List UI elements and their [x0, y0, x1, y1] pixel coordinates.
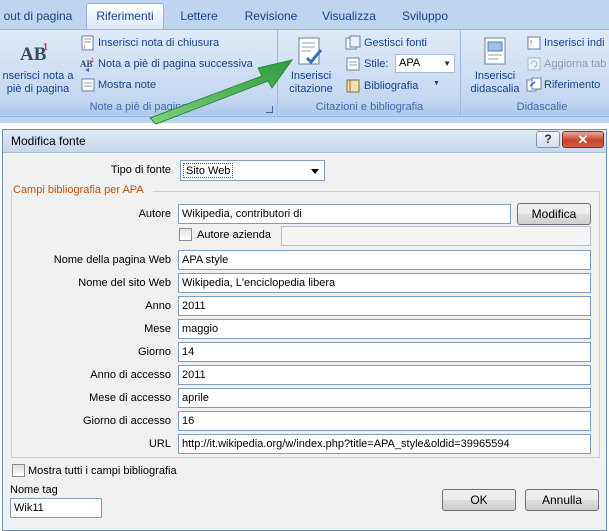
website-name-label: Nome del sito Web	[78, 277, 171, 289]
insert-endnote-label: Inserisci nota di chiusura	[98, 37, 220, 49]
citations-group-label: Citazioni e bibliografia	[279, 100, 460, 115]
insert-footnote-label-2: piè di pagina	[6, 83, 70, 95]
insert-footnote-label-1: nserisci nota a	[2, 70, 74, 82]
svg-text:!: !	[530, 39, 532, 48]
author-field[interactable]: Wikipedia, contributori di	[178, 204, 511, 224]
dialog-titlebar[interactable]: Modifica fonte ? ✕	[3, 130, 606, 153]
tag-name-field[interactable]: Wik11	[10, 498, 102, 518]
help-icon: ?	[544, 132, 552, 146]
svg-text:1: 1	[43, 42, 48, 53]
fields-group-title: Campi bibliografia per APA	[13, 184, 144, 196]
dialog-title: Modifica fonte	[11, 134, 86, 148]
style-dropdown[interactable]: APA ▼	[395, 54, 455, 73]
chevron-down-icon	[306, 162, 323, 179]
insert-citation-label-1: Inserisci	[290, 70, 332, 82]
footnotes-group-label: Note a piè di pagina	[0, 100, 277, 115]
endnote-icon: i	[81, 35, 94, 51]
citations-group: Inserisci citazione Gestisci fonti Stile…	[279, 30, 461, 117]
tab-layout[interactable]: out di pagina	[0, 7, 76, 29]
month-label: Mese	[144, 323, 171, 335]
ok-button[interactable]: OK	[442, 489, 516, 511]
insert-footnote-button[interactable]: AB 1 nserisci nota a piè di pagina	[0, 34, 76, 100]
close-button[interactable]: ✕	[562, 131, 604, 148]
tab-mailings[interactable]: Lettere	[172, 7, 226, 29]
style-label: Stile:	[364, 58, 389, 70]
source-type-value: Sito Web	[183, 163, 234, 178]
manage-sources-label: Gestisci fonti	[364, 37, 427, 49]
tab-developer[interactable]: Sviluppo	[392, 7, 458, 29]
cancel-button[interactable]: Annulla	[525, 489, 599, 511]
month-accessed-label: Mese di accesso	[89, 392, 171, 404]
website-name-field[interactable]: Wikipedia, L'enciclopedia libera	[178, 273, 591, 293]
url-field[interactable]: http://it.wikipedia.org/w/index.php?titl…	[178, 434, 591, 454]
caption-icon	[484, 37, 506, 65]
day-label: Giorno	[137, 346, 171, 358]
tab-review[interactable]: Revisione	[236, 7, 306, 29]
dialog-launcher-icon[interactable]	[266, 106, 273, 113]
day-accessed-field[interactable]: 16	[178, 411, 591, 431]
author-label: Autore	[138, 208, 171, 220]
help-button[interactable]: ?	[536, 131, 560, 148]
insert-index-label: Inserisci indi	[544, 37, 605, 49]
show-notes-label: Mostra note	[98, 79, 157, 91]
year-label: Anno	[145, 300, 171, 312]
show-notes-icon	[81, 78, 95, 92]
tab-references[interactable]: Riferimenti	[86, 3, 164, 30]
tag-name-label: Nome tag	[10, 484, 58, 496]
cross-reference-label: Riferimento	[544, 79, 601, 91]
update-table-icon	[527, 57, 541, 71]
bibliography-label: Bibliografia	[364, 80, 419, 92]
chevron-down-icon: ▼	[443, 59, 451, 68]
citation-icon	[298, 37, 323, 65]
insert-caption-label-1: Inserisci	[474, 70, 516, 82]
captions-group: Inserisci didascalia ! Inserisci indi Ag…	[462, 30, 609, 117]
style-icon	[346, 57, 360, 71]
ribbon-body: AB 1 nserisci nota a piè di pagina i Ins…	[0, 29, 609, 117]
svg-text:1: 1	[91, 58, 95, 64]
chevron-down-icon: ▼	[433, 80, 440, 87]
corporate-author-label: Autore azienda	[197, 229, 271, 241]
index-icon: !	[527, 36, 541, 50]
corporate-author-field[interactable]	[281, 226, 591, 246]
captions-group-label: Didascalie	[462, 100, 609, 115]
svg-text:i: i	[84, 45, 85, 51]
close-icon: ✕	[577, 132, 589, 147]
month-field[interactable]: maggio	[178, 319, 591, 339]
web-page-name-field[interactable]: APA style	[178, 250, 591, 270]
year-accessed-label: Anno di accesso	[90, 369, 171, 381]
footnote-icon: AB 1	[20, 42, 48, 65]
style-value: APA	[399, 57, 421, 69]
web-page-name-label: Nome della pagina Web	[53, 254, 171, 266]
show-all-fields-checkbox[interactable]	[12, 464, 25, 477]
show-all-fields-label: Mostra tutti i campi bibliografia	[28, 465, 177, 477]
cross-reference-icon	[526, 77, 542, 92]
next-footnote-label: Nota a piè di pagina successiva	[98, 58, 253, 70]
insert-citation-label-2: citazione	[289, 83, 333, 95]
source-type-label: Tipo di fonte	[110, 164, 171, 176]
month-accessed-field[interactable]: aprile	[178, 388, 591, 408]
fields-group-divider	[153, 191, 600, 192]
year-accessed-field[interactable]: 2011	[178, 365, 591, 385]
corporate-author-checkbox[interactable]	[179, 228, 192, 241]
bibliography-icon	[346, 79, 360, 93]
url-label: URL	[148, 438, 171, 450]
ribbon-tab-bar: out di pagina Riferimenti Lettere Revisi…	[0, 0, 609, 30]
insert-caption-label-2: didascalia	[470, 83, 520, 95]
edit-author-button[interactable]: Modifica	[517, 203, 591, 225]
source-type-select[interactable]: Sito Web	[180, 160, 325, 181]
manage-sources-icon	[345, 35, 361, 50]
year-field[interactable]: 2011	[178, 296, 591, 316]
day-accessed-label: Giorno di accesso	[82, 415, 171, 427]
day-field[interactable]: 14	[178, 342, 591, 362]
tab-view[interactable]: Visualizza	[316, 7, 382, 29]
insert-caption-button[interactable]: Inserisci didascalia	[466, 34, 524, 100]
footnotes-group: AB 1 nserisci nota a piè di pagina i Ins…	[0, 30, 278, 117]
insert-citation-button[interactable]: Inserisci citazione	[283, 34, 339, 100]
update-table-label: Aggiorna tab	[544, 58, 607, 70]
edit-source-dialog: Modifica fonte ? ✕ Tipo di fonte Sito We…	[2, 129, 607, 531]
ribbon: out di pagina Riferimenti Lettere Revisi…	[0, 0, 609, 123]
next-footnote-icon: AB 1	[80, 58, 95, 72]
